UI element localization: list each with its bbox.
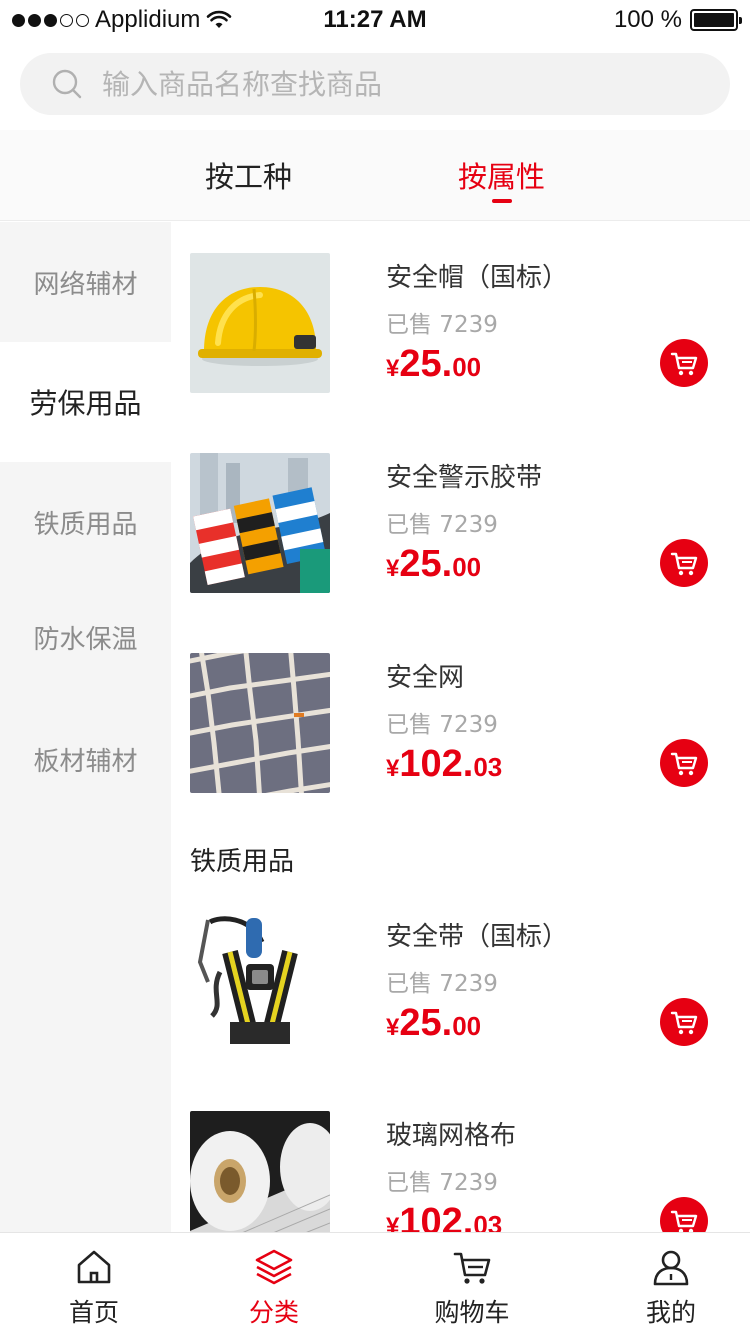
sidebar-item-waterproof-insulation[interactable]: 防水保温 bbox=[0, 577, 171, 697]
section-title: 铁质用品 bbox=[190, 847, 295, 877]
tab-by-trade[interactable]: 按工种 bbox=[205, 154, 292, 196]
battery-icon bbox=[690, 9, 742, 31]
price-currency: ¥ bbox=[386, 355, 400, 382]
product-image-helmet[interactable] bbox=[190, 253, 330, 393]
active-tab-indicator bbox=[492, 199, 512, 203]
product-price: ¥25.00 bbox=[386, 543, 481, 586]
product-sold-count: 已售 7239 bbox=[386, 312, 498, 338]
product-item[interactable]: 安全网 已售 7239 ¥102.03 bbox=[190, 653, 730, 793]
battery-area: 100 % bbox=[613, 6, 742, 34]
battery-percent: 100 % bbox=[613, 6, 682, 33]
product-item[interactable]: 安全警示胶带 已售 7239 ¥25.00 bbox=[190, 453, 730, 593]
price-currency: ¥ bbox=[386, 555, 400, 582]
price-decimal: 00 bbox=[452, 552, 482, 582]
nav-label-category: 分类 bbox=[248, 1298, 299, 1327]
search-icon bbox=[52, 69, 82, 99]
sidebar-item-labor-protection[interactable]: 劳保用品 bbox=[0, 342, 171, 462]
product-item[interactable]: 玻璃网格布 已售 7239 ¥102.03 bbox=[190, 1111, 730, 1232]
cart-icon bbox=[670, 352, 698, 376]
status-bar: Applidium 11:27 AM 100 % bbox=[0, 0, 750, 40]
nav-item-home[interactable]: 首页 bbox=[0, 1233, 188, 1334]
signal-icon bbox=[12, 13, 89, 27]
add-to-cart-button[interactable] bbox=[660, 1197, 708, 1232]
product-sold-count: 已售 7239 bbox=[386, 512, 498, 538]
price-currency: ¥ bbox=[386, 1014, 400, 1041]
price-decimal: 03 bbox=[473, 1210, 503, 1232]
nav-item-category[interactable]: 分类 bbox=[180, 1233, 368, 1334]
layers-icon bbox=[255, 1249, 293, 1285]
price-integer: 25. bbox=[399, 543, 453, 585]
search-input[interactable] bbox=[102, 67, 662, 101]
product-name: 安全带（国标） bbox=[386, 922, 569, 952]
nav-item-cart[interactable]: 购物车 bbox=[378, 1233, 566, 1334]
category-tabs: 按工种 按属性 bbox=[0, 130, 750, 221]
bottom-nav: 首页 分类 购物车 我的 bbox=[0, 1232, 750, 1334]
product-list: 安全帽（国标） 已售 7239 ¥25.00 安全警示胶带 已售 7239 ¥2… bbox=[171, 222, 750, 1232]
product-item[interactable]: 安全帽（国标） 已售 7239 ¥25.00 bbox=[190, 253, 730, 393]
product-name: 玻璃网格布 bbox=[386, 1121, 517, 1151]
cart-icon bbox=[670, 1210, 698, 1232]
add-to-cart-button[interactable] bbox=[660, 339, 708, 387]
product-price: ¥25.00 bbox=[386, 343, 481, 386]
price-integer: 102. bbox=[399, 743, 474, 785]
user-icon bbox=[653, 1250, 689, 1286]
product-name: 安全网 bbox=[386, 663, 465, 693]
carrier-area: Applidium bbox=[12, 6, 232, 34]
product-image-warning-tape[interactable] bbox=[190, 453, 330, 593]
product-name: 安全帽（国标） bbox=[386, 263, 569, 293]
product-item[interactable]: 安全带（国标） 已售 7239 ¥25.00 bbox=[190, 912, 730, 1052]
tab-by-attribute[interactable]: 按属性 bbox=[458, 154, 545, 196]
product-sold-count: 已售 7239 bbox=[386, 971, 498, 997]
product-price: ¥102.03 bbox=[386, 1201, 502, 1232]
add-to-cart-button[interactable] bbox=[660, 539, 708, 587]
sidebar-item-board-materials[interactable]: 板材辅材 bbox=[0, 699, 171, 819]
nav-label-cart: 购物车 bbox=[434, 1298, 510, 1327]
product-price: ¥25.00 bbox=[386, 1002, 481, 1045]
category-sidebar: 网络辅材 劳保用品 铁质用品 防水保温 板材辅材 bbox=[0, 222, 171, 1232]
product-name: 安全警示胶带 bbox=[386, 463, 543, 493]
product-price: ¥102.03 bbox=[386, 743, 502, 786]
price-integer: 25. bbox=[399, 1002, 453, 1044]
price-currency: ¥ bbox=[386, 755, 400, 782]
cart-icon bbox=[670, 752, 698, 776]
cart-icon bbox=[670, 552, 698, 576]
product-sold-count: 已售 7239 bbox=[386, 1170, 498, 1196]
search-bar[interactable] bbox=[20, 53, 730, 115]
price-decimal: 00 bbox=[452, 1011, 482, 1041]
cart-icon bbox=[670, 1011, 698, 1035]
price-integer: 102. bbox=[399, 1201, 474, 1232]
price-currency: ¥ bbox=[386, 1213, 400, 1232]
price-decimal: 03 bbox=[473, 752, 503, 782]
price-integer: 25. bbox=[399, 343, 453, 385]
add-to-cart-button[interactable] bbox=[660, 998, 708, 1046]
sidebar-item-iron-products[interactable]: 铁质用品 bbox=[0, 462, 171, 582]
cart-icon bbox=[453, 1252, 491, 1284]
add-to-cart-button[interactable] bbox=[660, 739, 708, 787]
nav-label-profile: 我的 bbox=[645, 1298, 696, 1327]
price-decimal: 00 bbox=[452, 352, 482, 382]
nav-label-home: 首页 bbox=[68, 1298, 119, 1327]
sidebar-item-network-materials[interactable]: 网络辅材 bbox=[0, 222, 171, 342]
product-image-glass-mesh[interactable] bbox=[190, 1111, 330, 1232]
carrier-name: Applidium bbox=[95, 6, 201, 33]
product-sold-count: 已售 7239 bbox=[386, 712, 498, 738]
product-image-safety-harness[interactable] bbox=[190, 912, 330, 1052]
nav-item-profile[interactable]: 我的 bbox=[577, 1233, 750, 1334]
product-image-safety-net[interactable] bbox=[190, 653, 330, 793]
home-icon bbox=[77, 1250, 111, 1284]
wifi-icon bbox=[207, 10, 232, 28]
